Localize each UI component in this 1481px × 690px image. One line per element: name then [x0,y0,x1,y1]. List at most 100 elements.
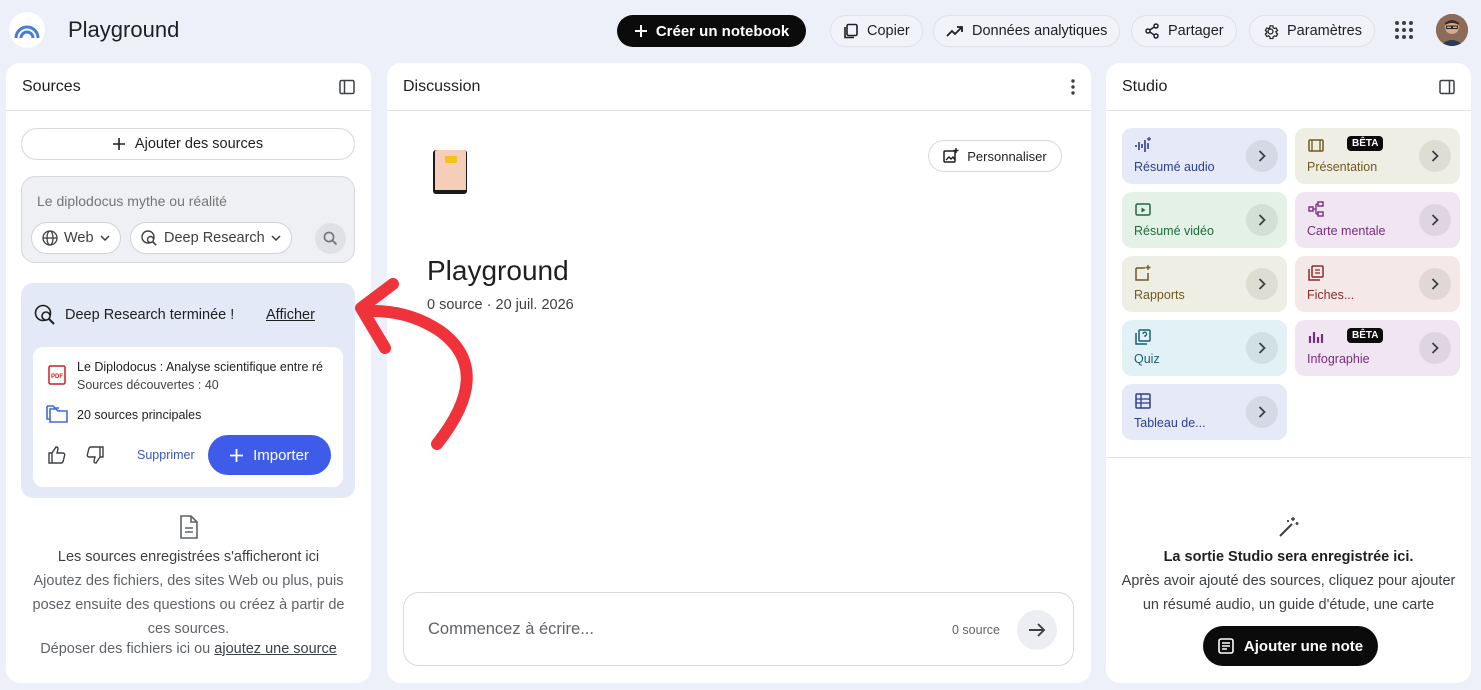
pdf-icon: PDF [48,365,66,385]
add-note-label: Ajouter une note [1243,637,1364,655]
create-notebook-label: Créer un notebook [655,22,790,40]
apps-grid-icon[interactable] [1393,19,1415,41]
magic-wand-icon [1278,517,1298,537]
thumbs-down-icon[interactable] [85,445,105,465]
research-search-icon [141,229,157,246]
tile-open-button[interactable] [1246,204,1278,236]
collapse-panel-icon[interactable] [1439,79,1455,95]
studio-tile-label: Résumé vidéo [1134,224,1214,238]
chevron-right-icon [1431,278,1439,290]
chevron-right-icon [1258,214,1266,226]
share-label: Partager [1168,23,1224,39]
plus-icon [230,448,244,462]
tile-open-button[interactable] [1419,332,1451,364]
customize-label: Personnaliser [967,148,1047,164]
source-search-input[interactable] [37,193,337,209]
sources-panel: Sources Ajouter des sources Web Deep Res… [6,63,371,683]
plus-icon [634,25,647,37]
source-count-label: 0 source [952,623,1000,637]
more-vert-icon[interactable] [1071,78,1075,95]
beta-badge: BÊTA [1347,136,1384,151]
user-avatar[interactable] [1436,14,1468,46]
audio-wave-icon [1135,137,1151,152]
analytics-label: Données analytiques [972,23,1108,39]
top-bar: Playground Créer un notebook Copier Donn… [0,0,1481,62]
create-notebook-button[interactable]: Créer un notebook [617,15,806,47]
research-result-card: PDF Le Diplodocus : Analyse scientifique… [33,347,343,487]
flashcards-icon [1308,265,1324,281]
tile-open-button[interactable] [1246,332,1278,364]
settings-label: Paramètres [1287,23,1362,39]
chevron-down-icon [271,235,281,241]
discussion-panel: Discussion Personnaliser Playground 0 so… [387,63,1091,683]
copy-button[interactable]: Copier [830,15,923,47]
tile-open-button[interactable] [1419,204,1451,236]
share-icon [1145,23,1159,39]
studio-tile-fiches[interactable]: Fiches... [1295,256,1460,312]
sources-empty-heading: Les sources enregistrées s'afficheront i… [57,549,320,565]
tile-open-button[interactable] [1419,268,1451,300]
studio-tile-carte-mentale[interactable]: Carte mentale [1295,192,1460,248]
settings-button[interactable]: Paramètres [1249,15,1375,47]
studio-tile-tableau-de[interactable]: Tableau de... [1122,384,1287,440]
send-button[interactable] [1017,610,1057,650]
search-submit-button[interactable] [315,223,346,254]
studio-header: Studio [1106,63,1471,111]
notebooklm-logo-icon[interactable] [9,12,45,48]
deep-research-chip[interactable]: Deep Research [130,222,292,254]
studio-tile-label: Rapports [1134,288,1185,302]
customize-button[interactable]: Personnaliser [928,140,1062,172]
studio-title: Studio [1122,77,1168,95]
chat-composer[interactable]: Commencez à écrire... 0 source [403,592,1074,666]
studio-tile-rapports[interactable]: Rapports [1122,256,1287,312]
show-research-link[interactable]: Afficher [266,307,315,323]
studio-tile-label: Présentation [1307,160,1378,174]
tile-open-button[interactable] [1246,268,1278,300]
studio-tile-résumé-audio[interactable]: Résumé audio [1122,128,1287,184]
source-search-box: Web Deep Research [21,176,355,263]
discussion-title: Discussion [403,77,481,95]
studio-tile-label: Carte mentale [1307,224,1386,238]
chevron-right-icon [1431,214,1439,226]
mindmap-icon [1308,201,1324,217]
top-sources-label[interactable]: 20 sources principales [77,408,201,422]
thumbs-up-icon[interactable] [47,445,67,465]
quiz-icon [1135,329,1151,345]
studio-empty-heading: La sortie Studio sera enregistrée ici. [1163,549,1414,565]
studio-empty-state: La sortie Studio sera enregistrée ici. A… [1106,515,1471,617]
web-filter-label: Web [64,230,94,246]
import-label: Importer [253,446,309,464]
deep-research-status: Deep Research terminée ! [65,307,235,323]
tile-open-button[interactable] [1246,140,1278,172]
chevron-right-icon [1431,150,1439,162]
annotation-arrow [355,278,473,450]
tile-open-button[interactable] [1246,396,1278,428]
collapse-panel-icon[interactable] [339,79,355,95]
copy-icon [844,23,858,39]
share-button[interactable]: Partager [1131,15,1237,47]
tile-open-button[interactable] [1419,140,1451,172]
add-note-button[interactable]: Ajouter une note [1203,626,1378,666]
studio-divider [1106,457,1471,458]
delete-research-button[interactable]: Supprimer [137,448,195,462]
add-source-link[interactable]: ajoutez une source [214,641,337,657]
trending-up-icon [946,26,963,37]
studio-tile-infographie[interactable]: BÊTA Infographie [1295,320,1460,376]
studio-tile-présentation[interactable]: BÊTA Présentation [1295,128,1460,184]
analytics-button[interactable]: Données analytiques [933,15,1121,47]
studio-tile-résumé-vidéo[interactable]: Résumé vidéo [1122,192,1287,248]
web-filter-chip[interactable]: Web [31,222,121,254]
notebook-emoji-icon [431,147,471,197]
import-button[interactable]: Importer [208,435,331,475]
plus-icon [112,138,125,150]
studio-tile-quiz[interactable]: Quiz [1122,320,1287,376]
copy-label: Copier [867,23,910,39]
slides-icon [1308,139,1324,152]
deep-research-label: Deep Research [164,230,265,246]
beta-badge: BÊTA [1347,328,1384,343]
video-icon [1135,203,1151,216]
gear-icon [1264,24,1279,39]
add-sources-button[interactable]: Ajouter des sources [21,128,355,160]
chat-input-placeholder[interactable]: Commencez à écrire... [428,620,594,639]
notebook-title: Playground [68,17,180,42]
